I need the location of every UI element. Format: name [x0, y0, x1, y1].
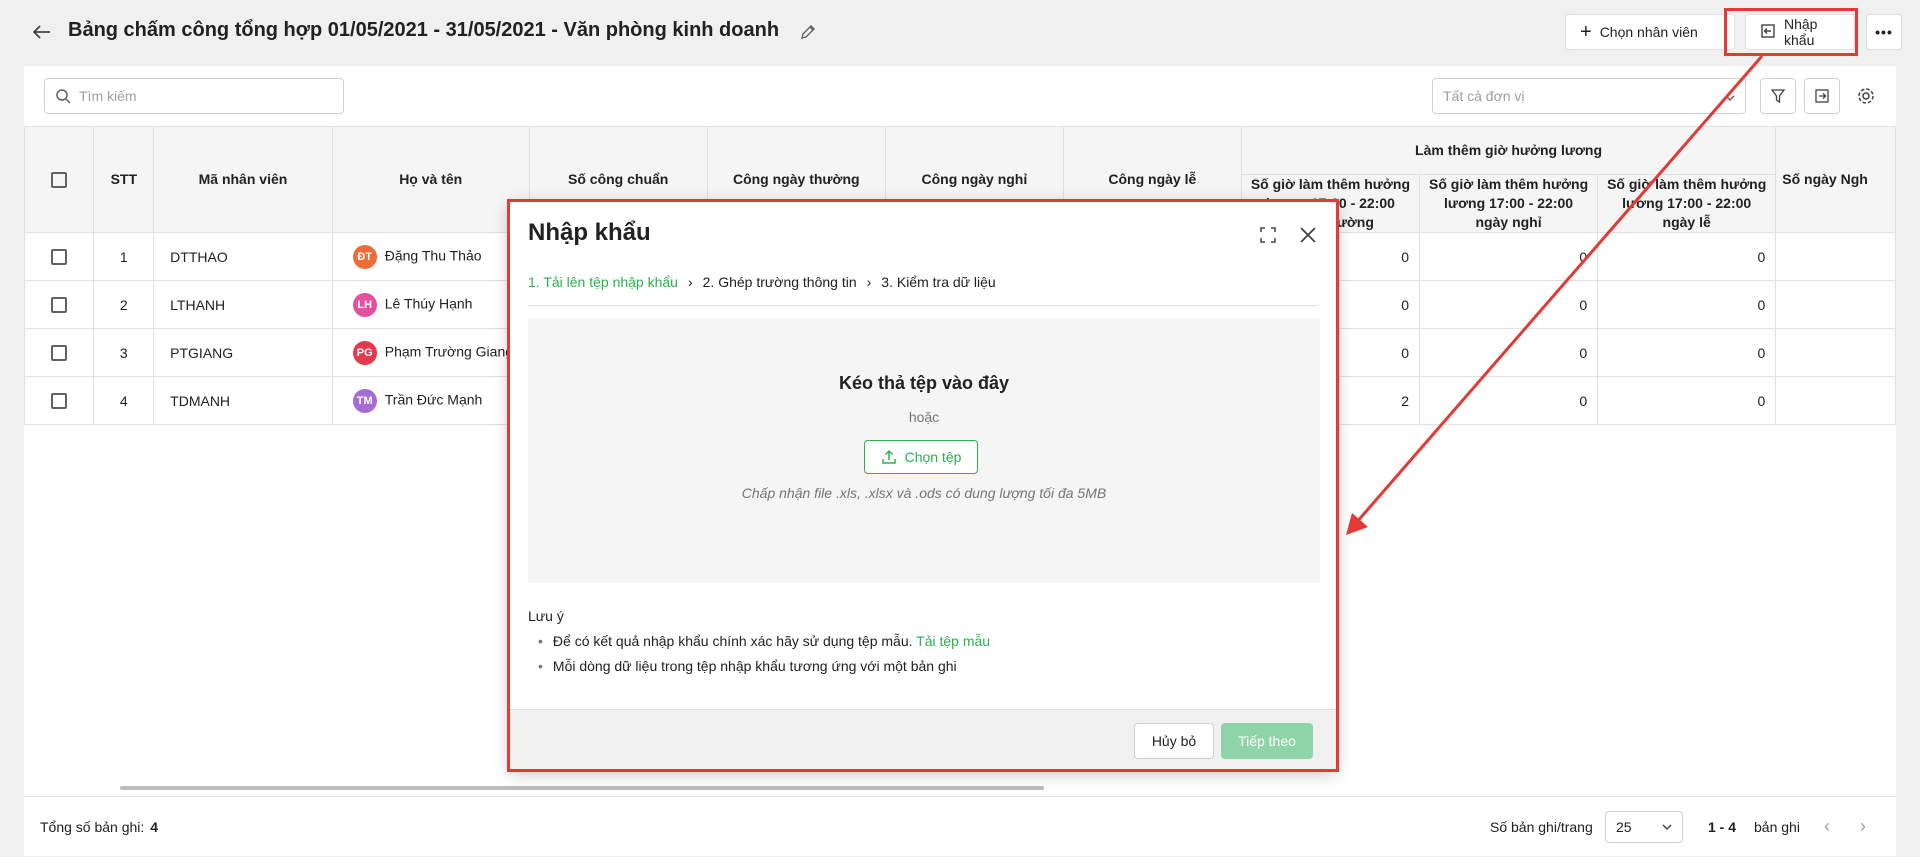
cell-days-off	[1775, 232, 1896, 281]
row-checkbox-cell	[23, 328, 95, 377]
unit-select-placeholder: Tất cả đơn vị	[1443, 88, 1525, 104]
col-full-name[interactable]: Họ và tên	[331, 126, 530, 233]
cell-full-name: PG Phạm Trường Giang	[331, 328, 530, 377]
cell-employee-code: TDMANH	[153, 376, 333, 425]
row-checkbox[interactable]	[51, 345, 68, 362]
search-icon	[56, 89, 71, 104]
chevron-down-icon	[1662, 824, 1672, 830]
col-ot-dayoff[interactable]: Số giờ làm thêm hưởng lương 17:00 - 22:0…	[1419, 174, 1599, 233]
cell-employee-code: PTGIANG	[153, 328, 333, 377]
filter-icon[interactable]	[1760, 78, 1796, 114]
cell-stt: 3	[93, 328, 155, 377]
row-checkbox[interactable]	[51, 249, 68, 266]
cell-stt: 4	[93, 376, 155, 425]
next-page-icon[interactable]: ›	[1860, 816, 1866, 837]
cell-employee-code: DTTHAO	[153, 232, 333, 281]
select-all-checkbox[interactable]	[51, 172, 68, 189]
table-footer: Tổng số bản ghi: 4 Số bản ghi/trang 25 1…	[24, 796, 1896, 856]
more-options-icon[interactable]: •••	[1866, 14, 1902, 50]
import-button-highlight	[1724, 8, 1858, 56]
cell-days-off	[1775, 376, 1896, 425]
cell-full-name: ĐT Đặng Thu Thảo	[331, 232, 530, 281]
cell-stt: 2	[93, 280, 155, 329]
avatar: PG	[352, 340, 377, 365]
avatar: ĐT	[352, 244, 377, 269]
choose-employee-button[interactable]: + Chọn nhân viên	[1565, 14, 1735, 50]
edit-pencil-icon[interactable]	[796, 20, 820, 44]
row-checkbox-cell	[23, 376, 95, 425]
settings-gear-icon[interactable]	[1848, 78, 1884, 114]
row-checkbox[interactable]	[51, 393, 68, 410]
page-header: Bảng chấm công tổng hợp 01/05/2021 - 31/…	[0, 0, 1920, 64]
prev-page-icon[interactable]: ‹	[1824, 816, 1830, 837]
total-label: Tổng số bản ghi:	[40, 818, 145, 835]
employee-name: Trần Đức Mạnh	[384, 391, 483, 408]
horizontal-scrollbar[interactable]	[120, 786, 1044, 790]
col-group-overtime: Làm thêm giờ hưởng lương	[1240, 126, 1777, 175]
avatar: LH	[352, 292, 377, 317]
search-placeholder: Tìm kiếm	[79, 88, 137, 104]
range-value: 1 - 4	[1708, 818, 1737, 835]
cell-days-off	[1775, 328, 1896, 377]
employee-name: Đặng Thu Thảo	[384, 247, 482, 264]
cell-stt: 1	[93, 232, 155, 281]
row-checkbox-cell	[23, 232, 95, 281]
per-page-value: 25	[1616, 819, 1632, 835]
row-checkbox[interactable]	[51, 297, 68, 314]
cell-ot-dayoff: 0	[1419, 232, 1599, 281]
choose-employee-label: Chọn nhân viên	[1599, 24, 1698, 40]
per-page-select[interactable]: 25	[1605, 811, 1683, 843]
cell-ot-holiday: 0	[1597, 376, 1777, 425]
row-checkbox-cell	[23, 280, 95, 329]
page-title: Bảng chấm công tổng hợp 01/05/2021 - 31/…	[68, 19, 780, 41]
cell-ot-dayoff: 0	[1419, 376, 1599, 425]
import-dialog-highlight	[507, 199, 1339, 772]
range-suffix: bản ghi	[1754, 818, 1800, 835]
col-ot-holiday[interactable]: Số giờ làm thêm hưởng lương 17:00 - 22:0…	[1597, 174, 1777, 233]
cell-ot-dayoff: 0	[1419, 280, 1599, 329]
cell-days-off	[1775, 280, 1896, 329]
employee-name: Lê Thúy Hạnh	[384, 295, 473, 312]
col-employee-code[interactable]: Mã nhân viên	[153, 126, 333, 233]
total-value: 4	[150, 818, 159, 835]
chevron-down-icon	[1725, 88, 1735, 104]
avatar: TM	[352, 388, 377, 413]
per-page-label: Số bản ghi/trang	[1490, 818, 1593, 835]
cell-ot-holiday: 0	[1597, 328, 1777, 377]
employee-name: Phạm Trường Giang	[384, 343, 514, 360]
plus-icon: +	[1580, 21, 1592, 43]
export-icon[interactable]	[1804, 78, 1840, 114]
search-input[interactable]: Tìm kiếm	[44, 78, 344, 114]
cell-full-name: LH Lê Thúy Hạnh	[331, 280, 530, 329]
back-arrow-icon[interactable]	[28, 18, 56, 46]
cell-ot-dayoff: 0	[1419, 328, 1599, 377]
col-days-off[interactable]: Số ngày Ngh	[1775, 126, 1896, 233]
unit-select[interactable]: Tất cả đơn vị	[1432, 78, 1746, 114]
cell-ot-holiday: 0	[1597, 232, 1777, 281]
cell-ot-holiday: 0	[1597, 280, 1777, 329]
cell-employee-code: LTHANH	[153, 280, 333, 329]
col-stt[interactable]: STT	[93, 126, 155, 233]
select-all-cell	[23, 126, 95, 233]
cell-full-name: TM Trần Đức Mạnh	[331, 376, 530, 425]
